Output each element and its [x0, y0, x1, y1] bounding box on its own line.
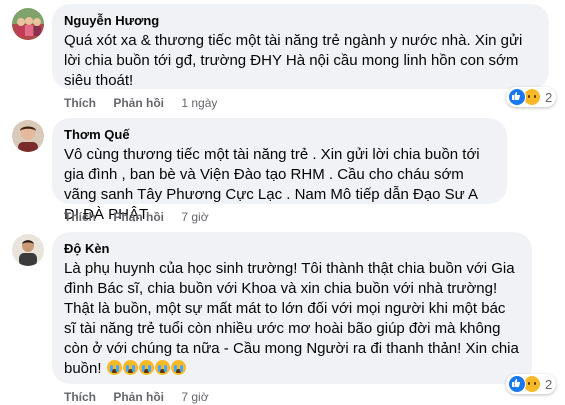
comment-author[interactable]: Nguyễn Hương: [64, 12, 537, 29]
avatar[interactable]: [12, 8, 44, 40]
like-button[interactable]: Thích: [64, 96, 96, 110]
reply-button[interactable]: Phản hồi: [113, 96, 164, 110]
comment-author[interactable]: Thơm Quế: [64, 126, 495, 143]
crying-face-icon: [170, 360, 186, 375]
comment-bubble: Nguyễn Hương Quá xót xa & thương tiếc mộ…: [52, 4, 549, 89]
comment-time[interactable]: 7 giờ: [181, 210, 208, 224]
crying-face-icon: [154, 360, 170, 375]
comment-text: Quá xót xa & thương tiếc một tài năng tr…: [64, 32, 523, 89]
avatar[interactable]: [12, 234, 44, 266]
comment-bubble: Thơm Quế Vô cùng thương tiếc một tài năn…: [52, 118, 507, 223]
like-button[interactable]: Thích: [64, 390, 96, 404]
reply-button[interactable]: Phản hồi: [113, 210, 164, 224]
crying-face-icon: [122, 360, 138, 375]
comment-bubble: Độ Kèn Là phụ huynh của học sinh trường!…: [52, 232, 532, 384]
comment-text: Là phụ huynh của học sinh trường! Tôi th…: [64, 259, 520, 379]
comment-author[interactable]: Độ Kèn: [64, 240, 520, 257]
comment-actions: Thích Phản hồi 7 giờ: [64, 209, 209, 225]
like-button[interactable]: Thích: [64, 210, 96, 224]
avatar[interactable]: [12, 120, 44, 152]
comment-time[interactable]: 7 giờ: [181, 390, 208, 404]
like-icon: [508, 88, 526, 106]
crying-face-icon: [106, 360, 122, 375]
reaction-count: 2: [545, 376, 553, 392]
comment-time[interactable]: 1 ngày: [181, 96, 217, 110]
reaction-count: 2: [545, 89, 553, 105]
crying-face-icon: [138, 360, 154, 375]
comment-actions: Thích Phản hồi 7 giờ: [64, 389, 209, 405]
reaction-summary[interactable]: 2: [506, 87, 557, 107]
reaction-summary[interactable]: 2: [506, 374, 557, 394]
reply-button[interactable]: Phản hồi: [113, 390, 164, 404]
comment-actions: Thích Phản hồi 1 ngày: [64, 95, 217, 111]
like-icon: [508, 375, 526, 393]
